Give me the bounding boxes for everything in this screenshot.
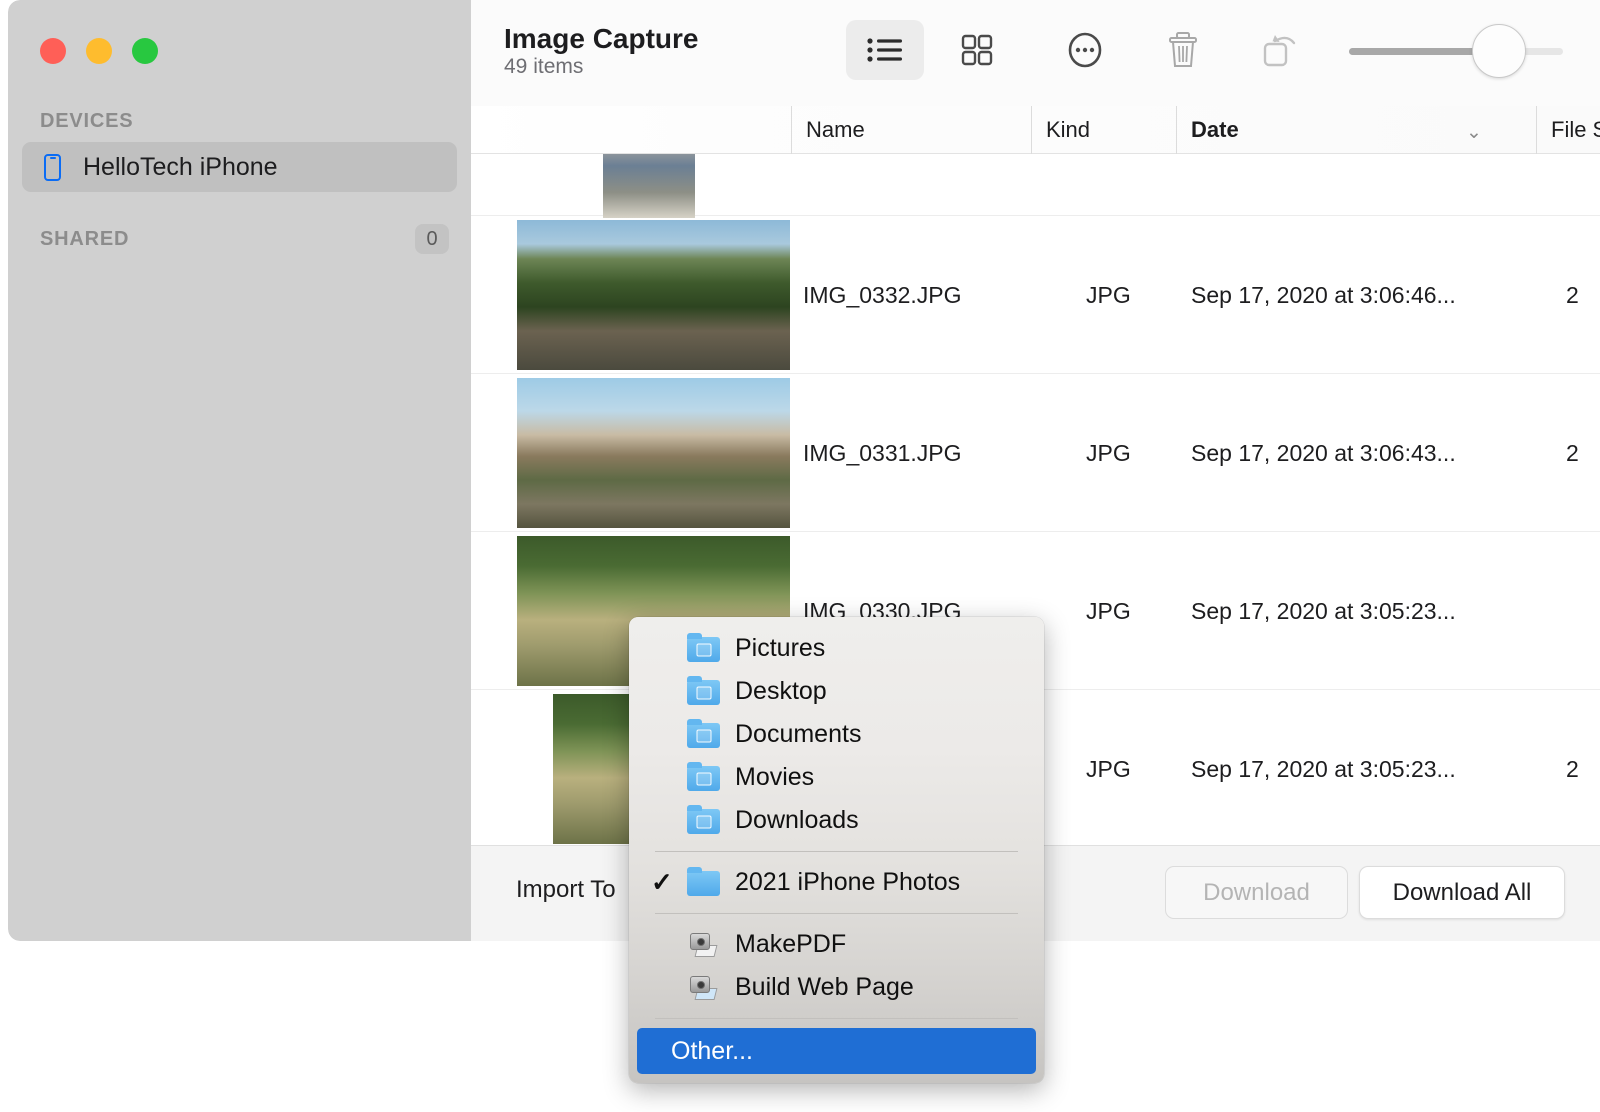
file-name-cell: IMG_0332.JPG (803, 282, 962, 308)
import-to-label: Import To (516, 876, 616, 903)
ellipsis-circle-icon (1067, 32, 1103, 68)
column-header-date[interactable]: Date (1176, 106, 1536, 154)
file-size-cell: 2 (1566, 440, 1579, 466)
file-date-cell: Sep 17, 2020 at 3:06:46... (1191, 282, 1456, 308)
column-header-filesize-label: File S (1551, 117, 1600, 142)
menu-separator (655, 1018, 1018, 1019)
menu-separator (655, 851, 1018, 852)
file-date-cell: Sep 17, 2020 at 3:05:23... (1191, 756, 1456, 782)
sidebar-section-shared: SHARED (40, 228, 130, 250)
column-header-kind-label: Kind (1046, 117, 1091, 142)
folder-downloads-icon (687, 805, 721, 834)
grid-view-button[interactable] (938, 20, 1016, 80)
column-header-kind[interactable]: Kind (1031, 106, 1176, 154)
table-row[interactable]: IMG_0331.JPG JPG Sep 17, 2020 at 3:06:43… (471, 374, 1600, 532)
automator-icon (687, 931, 721, 958)
folder-desktop-icon (687, 676, 721, 705)
column-header-filesize[interactable]: File S (1536, 106, 1600, 154)
menu-item-downloads[interactable]: Downloads (629, 799, 1044, 842)
file-thumbnail[interactable] (517, 220, 790, 370)
checkmark-icon: ✓ (651, 867, 673, 897)
more-options-button[interactable] (1046, 20, 1124, 80)
file-thumbnail[interactable] (603, 154, 695, 218)
menu-item-pictures[interactable]: Pictures (629, 627, 1044, 670)
window-traffic-lights (40, 38, 158, 64)
download-button-label: Download (1203, 878, 1310, 906)
delete-button[interactable] (1144, 20, 1222, 80)
automator-web-icon (687, 974, 721, 1001)
close-button[interactable] (40, 38, 66, 64)
file-size-cell: 2 (1566, 756, 1579, 782)
page-title: Image Capture (504, 23, 699, 54)
iphone-icon (44, 153, 61, 181)
item-count: 49 items (504, 55, 584, 78)
menu-item-other[interactable]: Other... (637, 1028, 1036, 1074)
slider-knob[interactable] (1472, 24, 1526, 78)
list-view-button[interactable] (846, 20, 924, 80)
import-destination-menu[interactable]: Pictures Desktop Documents Movies Downlo (629, 617, 1044, 1083)
menu-item-label: Downloads (735, 806, 859, 834)
menu-item-label: Documents (735, 720, 862, 748)
sidebar-item-label: HelloTech iPhone (83, 152, 278, 181)
menu-item-label: Movies (735, 763, 815, 791)
menu-item-movies[interactable]: Movies (629, 756, 1044, 799)
menu-separator (655, 913, 1018, 914)
table-row[interactable]: IMG_0332.JPG JPG Sep 17, 2020 at 3:06:46… (471, 216, 1600, 374)
shared-count-badge: 0 (415, 224, 449, 254)
chevron-down-icon: ⌄ (1466, 122, 1482, 143)
file-date-cell: Sep 17, 2020 at 3:05:23... (1191, 598, 1456, 624)
column-header-name-label: Name (806, 117, 865, 142)
folder-plain-icon (687, 867, 721, 896)
list-view-icon (866, 35, 904, 65)
menu-item-makepdf[interactable]: MakePDF (629, 923, 1044, 966)
file-size-cell: 2 (1566, 282, 1579, 308)
menu-item-2021-iphone-photos[interactable]: ✓ 2021 iPhone Photos (629, 861, 1044, 904)
menu-item-label: Pictures (735, 634, 826, 662)
thumbnail-size-slider[interactable] (1349, 24, 1563, 78)
minimize-button[interactable] (86, 38, 112, 64)
grid-view-icon (961, 34, 993, 66)
file-kind-cell: JPG (1086, 756, 1131, 782)
file-kind-cell: JPG (1086, 440, 1131, 466)
menu-item-desktop[interactable]: Desktop (629, 670, 1044, 713)
sidebar-section-devices: DEVICES (40, 110, 134, 132)
file-thumbnail[interactable] (517, 378, 790, 528)
screen: DEVICES HelloTech iPhone SHARED 0 Image … (0, 0, 1600, 1112)
zoom-button[interactable] (132, 38, 158, 64)
column-header-date-label: Date (1191, 117, 1239, 142)
column-header-name[interactable]: Name (791, 106, 1031, 154)
menu-item-label: Desktop (735, 677, 827, 705)
menu-item-label: Other... (671, 1036, 753, 1065)
file-name-cell: IMG_0331.JPG (803, 440, 962, 466)
menu-item-documents[interactable]: Documents (629, 713, 1044, 756)
menu-item-label: Build Web Page (735, 973, 914, 1001)
sidebar: DEVICES HelloTech iPhone SHARED 0 (8, 0, 471, 941)
toolbar: Image Capture 49 items (471, 0, 1600, 106)
rotate-icon (1261, 32, 1301, 68)
file-kind-cell: JPG (1086, 282, 1131, 308)
sidebar-item-hellotech-iphone[interactable]: HelloTech iPhone (22, 142, 457, 192)
folder-movies-icon (687, 762, 721, 791)
menu-item-label: 2021 iPhone Photos (735, 868, 961, 896)
rotate-button[interactable] (1242, 20, 1320, 80)
download-all-button-label: Download All (1392, 878, 1532, 906)
download-button[interactable]: Download (1165, 866, 1348, 919)
trash-icon (1167, 31, 1199, 69)
menu-item-build-web-page[interactable]: Build Web Page (629, 966, 1044, 1009)
column-header-row: Name Kind Date ⌄ File S (471, 106, 1600, 154)
file-kind-cell: JPG (1086, 598, 1131, 624)
table-row[interactable] (471, 154, 1600, 218)
menu-item-label: MakePDF (735, 930, 847, 958)
file-date-cell: Sep 17, 2020 at 3:06:43... (1191, 440, 1456, 466)
folder-documents-icon (687, 719, 721, 748)
download-all-button[interactable]: Download All (1359, 866, 1565, 919)
folder-pictures-icon (687, 633, 721, 662)
